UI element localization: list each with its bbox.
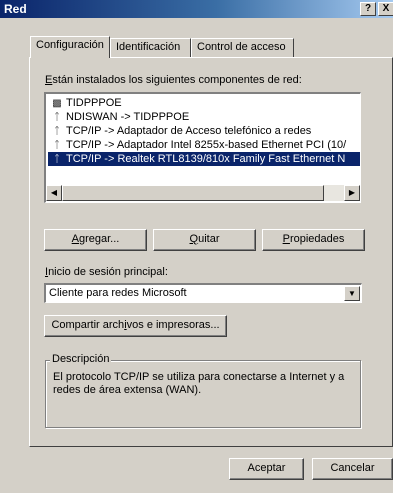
description-text: El protocolo TCP/IP se utiliza para cone… bbox=[53, 371, 345, 396]
network-adapter-icon: ▩ bbox=[52, 98, 62, 109]
list-item-label: TCP/IP -> Realtek RTL8139/810x Family Fa… bbox=[66, 153, 346, 165]
protocol-icon: ᛏ bbox=[54, 112, 60, 123]
list-item[interactable]: ᛏ TCP/IP -> Adaptador de Acceso telefónic… bbox=[48, 124, 360, 138]
list-item[interactable]: ▩ TIDPPPOE bbox=[48, 96, 360, 110]
help-button[interactable]: ? bbox=[360, 2, 376, 16]
tab-configuracion[interactable]: Configuración bbox=[30, 36, 110, 58]
title-bar[interactable]: Red ? X bbox=[0, 0, 393, 18]
window-title: Red bbox=[4, 2, 27, 16]
list-item-selected[interactable]: ᛏ TCP/IP -> Realtek RTL8139/810x Family F… bbox=[48, 152, 360, 166]
list-item-label: TIDPPPOE bbox=[66, 97, 122, 109]
list-item-label: NDISWAN -> TIDPPPOE bbox=[66, 111, 190, 123]
cancel-button[interactable]: Cancelar bbox=[312, 458, 393, 480]
primary-logon-select[interactable]: Cliente para redes Microsoft ▼ bbox=[44, 283, 362, 303]
horizontal-scrollbar[interactable]: ◀ ▶ bbox=[46, 185, 360, 201]
scroll-left-icon[interactable]: ◀ bbox=[46, 185, 62, 201]
components-list[interactable]: ▩ TIDPPPOE ᛏ NDISWAN -> TIDPPPOE ᛏ TCP/IP -… bbox=[44, 92, 361, 203]
tab-control-de-acceso[interactable]: Control de acceso bbox=[191, 38, 294, 57]
network-dialog: Red ? X Configuración Identificación Con… bbox=[0, 0, 393, 493]
components-heading: Están instalados los siguientes componen… bbox=[45, 74, 302, 86]
description-title: Descripción bbox=[50, 353, 112, 365]
scroll-right-icon[interactable]: ▶ bbox=[344, 185, 360, 201]
list-item[interactable]: ᛏ NDISWAN -> TIDPPPOE bbox=[48, 110, 360, 124]
properties-button[interactable]: Propiedades bbox=[262, 229, 365, 251]
list-item[interactable]: ᛏ TCP/IP -> Adaptador Intel 8255x-based E… bbox=[48, 138, 360, 152]
remove-button[interactable]: Quitar bbox=[153, 229, 256, 251]
ok-button[interactable]: Aceptar bbox=[229, 458, 304, 480]
close-button[interactable]: X bbox=[378, 2, 393, 16]
horizontal-scroll-thumb[interactable] bbox=[62, 185, 324, 201]
protocol-icon: ᛏ bbox=[54, 154, 60, 165]
primary-logon-label: Inicio de sesión principal: bbox=[45, 266, 168, 278]
chevron-down-icon[interactable]: ▼ bbox=[344, 286, 360, 301]
tab-identificacion[interactable]: Identificación bbox=[110, 38, 191, 57]
list-item-label: TCP/IP -> Adaptador Intel 8255x-based Et… bbox=[66, 139, 347, 151]
primary-logon-value: Cliente para redes Microsoft bbox=[49, 287, 187, 299]
protocol-icon: ᛏ bbox=[54, 140, 60, 151]
add-button[interactable]: Agregar... bbox=[44, 229, 147, 251]
list-item-label: TCP/IP -> Adaptador de Acceso telefónico… bbox=[66, 125, 312, 137]
protocol-icon: ᛏ bbox=[54, 126, 60, 137]
file-print-sharing-button[interactable]: Compartir archivos e impresoras... bbox=[44, 315, 227, 337]
